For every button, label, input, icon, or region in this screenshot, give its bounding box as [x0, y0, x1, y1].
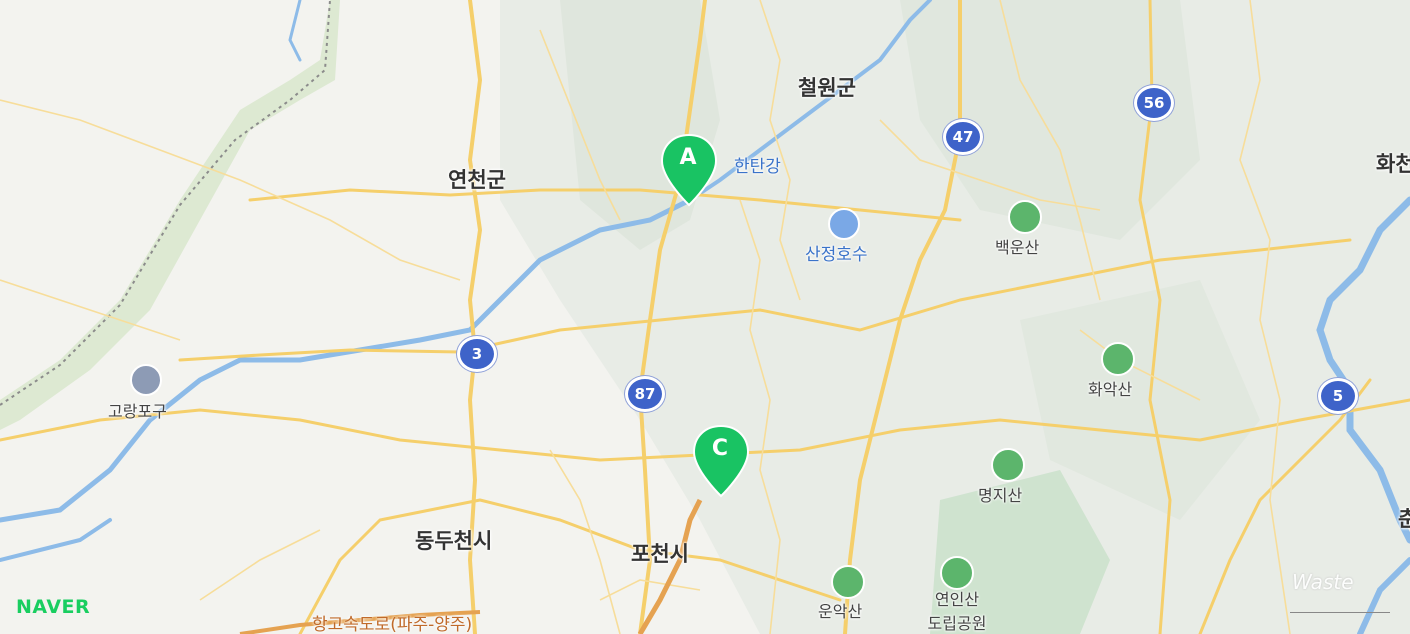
route-shield: 5 [1318, 378, 1358, 414]
poi-label-gorangpogu[interactable]: 고랑포구 [108, 398, 167, 422]
map-canvas[interactable]: 철원군 연천군 동두천시 포천시 화천 춘 한탄강 산정호수 고랑포구 백운산 … [0, 0, 1410, 634]
city-label-chuncheon: 춘 [1398, 507, 1410, 531]
mountain-icon [1008, 200, 1042, 234]
city-label-pocheon: 포천시 [631, 542, 689, 566]
mountain-label-unaksan[interactable]: 운악산 [818, 598, 862, 622]
map-base-layer [0, 0, 1410, 634]
map-marker-c[interactable]: C [692, 424, 752, 500]
mountain-icon [831, 565, 865, 599]
mountain-label-myeongjisan[interactable]: 명지산 [978, 482, 1022, 506]
mountain-label-yeoninsan-park[interactable]: 연인산 도립공원 [928, 588, 987, 634]
mountain-icon [1101, 342, 1135, 376]
map-marker-a[interactable]: A [660, 133, 720, 209]
city-label-yeoncheon: 연천군 [448, 168, 506, 192]
highway-name: 고속도로(파주-양주) [327, 615, 473, 634]
city-label-dongducheon: 동두천시 [415, 529, 493, 553]
naver-logo: NAVER [16, 596, 91, 618]
mountain-icon [991, 448, 1025, 482]
poi-label-hantangang[interactable]: 한탄강 [734, 152, 781, 177]
highway-prefix: 항 [312, 615, 328, 634]
city-label-hwacheon: 화천 [1376, 152, 1410, 176]
city-label-cheorwon: 철원군 [798, 76, 856, 100]
route-shield: 87 [625, 376, 665, 412]
watermark: Waste [1292, 570, 1354, 594]
mountain-icon [940, 556, 974, 590]
scale-bar [1290, 612, 1390, 613]
lake-icon [828, 208, 860, 240]
port-icon [130, 364, 162, 396]
highway-label: 항고속도로(파주-양주) [312, 610, 472, 634]
route-shield: 47 [943, 119, 983, 155]
marker-label: A [679, 145, 697, 170]
poi-label-sanjeong-lake[interactable]: 산정호수 [805, 240, 868, 265]
route-shield: 3 [457, 336, 497, 372]
mountain-label-hwaaksan[interactable]: 화악산 [1088, 376, 1132, 400]
marker-label: C [711, 436, 729, 461]
route-shield: 56 [1134, 85, 1174, 121]
mountain-label-baegunsan[interactable]: 백운산 [995, 234, 1039, 258]
